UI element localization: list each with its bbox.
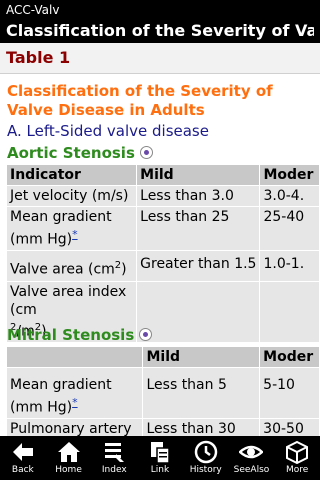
index-label: Index bbox=[101, 465, 127, 475]
column-header: Mild bbox=[142, 346, 261, 368]
seealso-button[interactable]: SeeAlso bbox=[229, 436, 275, 480]
document-title: Classification of the Severity of Valve … bbox=[7, 82, 273, 119]
table-heading: Table 1 bbox=[0, 43, 320, 74]
mitral-stenosis-title: Mitral Stenosis bbox=[7, 326, 135, 344]
back-label: Back bbox=[11, 465, 34, 475]
footnote-link[interactable]: * bbox=[72, 396, 78, 409]
more-button[interactable]: More bbox=[274, 436, 320, 480]
table-row: Jet velocity (m/s) Less than 3.0 3.0-4. bbox=[5, 185, 320, 207]
content-area[interactable]: Classification of the Severity of Valve … bbox=[0, 74, 320, 436]
indicator-text: Mean gradient (mm Hg) bbox=[10, 377, 112, 416]
mild-cell: Greater than 1.5 bbox=[136, 249, 261, 283]
moderate-cell: 30-50 bbox=[259, 417, 320, 436]
expand-icon[interactable] bbox=[139, 328, 153, 341]
column-header bbox=[5, 346, 144, 368]
bottom-toolbar: Back Home Index Link History SeeAlso Mor… bbox=[0, 436, 320, 480]
mild-cell: Less than 5 bbox=[142, 367, 261, 419]
home-label: Home bbox=[55, 465, 82, 475]
column-header: Indicator bbox=[5, 164, 138, 186]
box-icon bbox=[286, 440, 309, 464]
link-document-icon bbox=[151, 442, 170, 464]
mild-cell: Less than 30 bbox=[142, 417, 261, 436]
mitral-stenosis-table: Mild Moder Mean gradient (mm Hg)* Less t… bbox=[5, 346, 320, 436]
indicator-text: Mean gradient (mm Hg) bbox=[10, 209, 112, 248]
seealso-label: SeeAlso bbox=[233, 465, 270, 475]
clock-icon bbox=[194, 440, 217, 464]
indicator-cell: Valve area (cm2) bbox=[5, 249, 138, 283]
indicator-text: Valve area index (cm bbox=[10, 284, 127, 319]
aortic-stenosis-title: Aortic Stenosis bbox=[7, 144, 135, 162]
table-row: Mean gradient (mm Hg)* Less than 5 5-10 bbox=[5, 367, 320, 419]
mild-cell bbox=[136, 281, 261, 343]
history-label: History bbox=[189, 465, 222, 475]
eye-icon bbox=[239, 445, 264, 459]
column-header: Moder bbox=[259, 164, 320, 186]
aortic-stenosis-heading: Aortic Stenosis bbox=[7, 144, 153, 162]
home-button[interactable]: Home bbox=[46, 436, 92, 480]
table-row: Mean gradient (mm Hg)* Less than 25 25-4… bbox=[5, 206, 320, 251]
index-button[interactable]: Index bbox=[91, 436, 137, 480]
moderate-cell bbox=[259, 281, 320, 343]
back-arrow-icon bbox=[12, 443, 33, 461]
mitral-stenosis-heading: Mitral Stenosis bbox=[7, 326, 153, 344]
indicator-cell: Mean gradient (mm Hg)* bbox=[5, 367, 144, 419]
link-button[interactable]: Link bbox=[137, 436, 183, 480]
app-name: ACC-Valv bbox=[6, 3, 60, 17]
index-list-icon bbox=[105, 443, 125, 462]
column-header: Moder bbox=[259, 346, 320, 368]
screen-title: Classification of the Severity of Valve.… bbox=[6, 21, 314, 40]
more-label: More bbox=[286, 465, 309, 475]
table-header-row: Mild Moder bbox=[5, 346, 320, 368]
table-header-row: Indicator Mild Moder bbox=[5, 164, 320, 186]
indicator-cell: Jet velocity (m/s) bbox=[5, 185, 138, 207]
section-heading: A. Left-Sided valve disease bbox=[7, 122, 209, 140]
indicator-cell: Pulmonary artery bbox=[5, 417, 144, 436]
table-heading-label: Table 1 bbox=[6, 48, 71, 67]
expand-icon[interactable] bbox=[139, 146, 153, 159]
mild-cell: Less than 25 bbox=[136, 206, 261, 251]
title-bar: ACC-Valv Classification of the Severity … bbox=[0, 0, 320, 43]
indicator-cell: Mean gradient (mm Hg)* bbox=[5, 206, 138, 251]
link-label: Link bbox=[150, 465, 170, 475]
mild-cell: Less than 3.0 bbox=[136, 185, 261, 207]
moderate-cell: 3.0-4. bbox=[259, 185, 320, 207]
history-button[interactable]: History bbox=[183, 436, 229, 480]
table-row: Pulmonary artery Less than 30 30-50 bbox=[5, 417, 320, 436]
back-button[interactable]: Back bbox=[0, 436, 46, 480]
table-row: Valve area (cm2) Greater than 1.5 1.0-1. bbox=[5, 249, 320, 283]
aortic-stenosis-table: Indicator Mild Moder Jet velocity (m/s) … bbox=[5, 164, 320, 343]
moderate-cell: 5-10 bbox=[259, 367, 320, 419]
footnote-link[interactable]: * bbox=[72, 228, 78, 241]
indicator-text: Valve area (cm bbox=[10, 261, 115, 278]
moderate-cell: 1.0-1. bbox=[259, 249, 320, 283]
indicator-text-end: ) bbox=[121, 261, 127, 278]
column-header: Mild bbox=[136, 164, 261, 186]
home-icon bbox=[57, 442, 80, 462]
moderate-cell: 25-40 bbox=[259, 206, 320, 251]
